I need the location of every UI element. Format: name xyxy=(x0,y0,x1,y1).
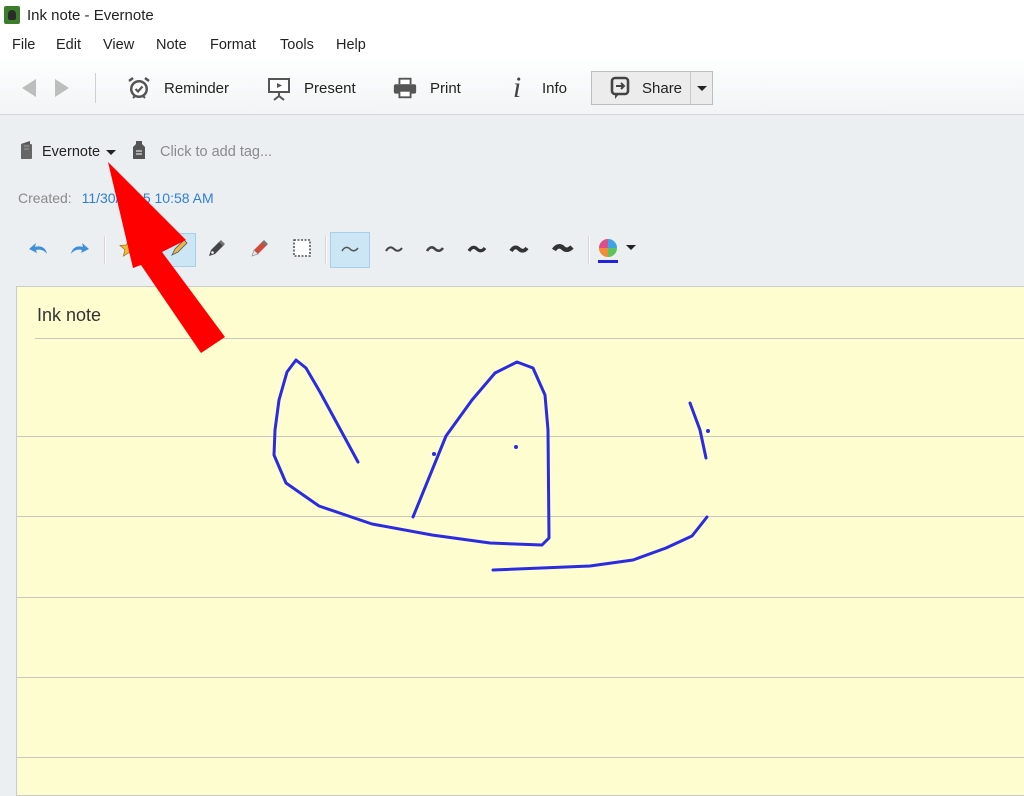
paper-rule-line xyxy=(17,757,1024,758)
stroke-fine-icon xyxy=(384,241,404,259)
present-button[interactable]: Present xyxy=(266,72,356,104)
star-highlighter-icon xyxy=(118,237,140,264)
back-arrow-icon[interactable] xyxy=(22,79,36,97)
stroke-bold-icon xyxy=(552,241,574,259)
tag-icon xyxy=(132,140,146,165)
paper-rule-line xyxy=(17,597,1024,598)
alarm-clock-icon xyxy=(126,75,152,101)
stroke-width-5-button[interactable] xyxy=(502,233,536,267)
menu-note[interactable]: Note xyxy=(156,37,187,53)
color-dropdown-icon xyxy=(626,245,636,250)
menu-bar: File Edit View Note Format Tools Help xyxy=(0,32,1024,60)
redo-icon xyxy=(69,240,91,261)
color-wheel-icon xyxy=(598,238,618,263)
redo-button[interactable] xyxy=(63,233,97,267)
current-color-bar xyxy=(598,260,618,263)
ink-toolbar-separator xyxy=(588,236,590,264)
note-title[interactable]: Ink note xyxy=(37,305,101,326)
lasso-select-button[interactable] xyxy=(285,233,319,267)
info-icon: i xyxy=(504,75,530,101)
forward-arrow-icon[interactable] xyxy=(55,79,69,97)
marker-button[interactable] xyxy=(243,233,277,267)
info-button[interactable]: i Info xyxy=(504,72,567,104)
notebook-selector[interactable]: Evernote xyxy=(34,144,116,160)
ink-toolbar-separator xyxy=(104,236,106,264)
toolbar-separator xyxy=(95,73,96,103)
ink-note-canvas[interactable]: Ink note xyxy=(16,286,1024,796)
stroke-medium-icon xyxy=(425,241,445,259)
add-tag-input[interactable]: Click to add tag... xyxy=(160,144,272,160)
share-button[interactable]: Share xyxy=(592,72,690,104)
presentation-screen-icon xyxy=(266,75,292,101)
pen-icon xyxy=(206,237,228,264)
paper-rule-line xyxy=(17,436,1024,437)
pen-button[interactable] xyxy=(200,233,234,267)
title-rule-line xyxy=(35,338,1024,339)
menu-edit[interactable]: Edit xyxy=(56,37,81,53)
menu-tools[interactable]: Tools xyxy=(280,37,314,53)
created-label: Created: xyxy=(18,190,72,206)
red-marker-icon xyxy=(249,237,271,264)
chevron-down-icon xyxy=(697,86,707,91)
present-label: Present xyxy=(304,80,356,97)
notebook-name: Evernote xyxy=(42,144,100,160)
ink-toolbar xyxy=(16,230,716,268)
ink-color-picker[interactable] xyxy=(594,233,640,267)
stroke-extra-fine-icon xyxy=(340,241,360,259)
share-button-group: Share xyxy=(591,71,713,105)
notebook-dropdown-icon xyxy=(106,150,116,155)
window-title: Ink note - Evernote xyxy=(27,7,154,24)
stroke-width-6-button[interactable] xyxy=(546,233,580,267)
stroke-extra-thick-icon xyxy=(509,241,529,259)
undo-button[interactable] xyxy=(21,233,55,267)
reminder-label: Reminder xyxy=(164,80,229,97)
menu-format[interactable]: Format xyxy=(210,37,256,53)
evernote-app-icon xyxy=(4,6,20,24)
info-label: Info xyxy=(542,80,567,97)
share-icon xyxy=(610,75,630,101)
stroke-thick-icon xyxy=(467,241,487,259)
note-toolbar: Reminder Present Print i Info Share xyxy=(0,60,1024,115)
reminder-button[interactable]: Reminder xyxy=(126,72,229,104)
highlighter-star-button[interactable] xyxy=(112,233,146,267)
stroke-width-3-button[interactable] xyxy=(418,233,452,267)
created-date-link[interactable]: 11/30/2015 10:58 AM xyxy=(82,190,214,206)
menu-view[interactable]: View xyxy=(103,37,134,53)
highlighter-button[interactable] xyxy=(162,233,196,267)
title-bar: Ink note - Evernote xyxy=(0,0,1024,32)
print-button[interactable]: Print xyxy=(392,72,461,104)
printer-icon xyxy=(392,75,418,101)
paper-rule-line xyxy=(17,677,1024,678)
note-meta-row: Evernote Click to add tag... xyxy=(18,140,272,164)
share-dropdown-button[interactable] xyxy=(690,72,712,104)
print-label: Print xyxy=(430,80,461,97)
stroke-width-2-button[interactable] xyxy=(377,233,411,267)
highlighter-icon xyxy=(168,237,190,264)
stroke-width-1-button[interactable] xyxy=(330,232,370,268)
share-label: Share xyxy=(642,80,682,97)
menu-file[interactable]: File xyxy=(12,37,35,53)
notebook-icon xyxy=(18,140,34,165)
stroke-width-4-button[interactable] xyxy=(460,233,494,267)
created-row: Created: 11/30/2015 10:58 AM xyxy=(18,190,214,206)
undo-icon xyxy=(27,240,49,261)
ink-toolbar-separator xyxy=(325,236,327,264)
selection-rectangle-icon xyxy=(292,238,312,263)
menu-help[interactable]: Help xyxy=(336,37,366,53)
paper-rule-line xyxy=(17,516,1024,517)
